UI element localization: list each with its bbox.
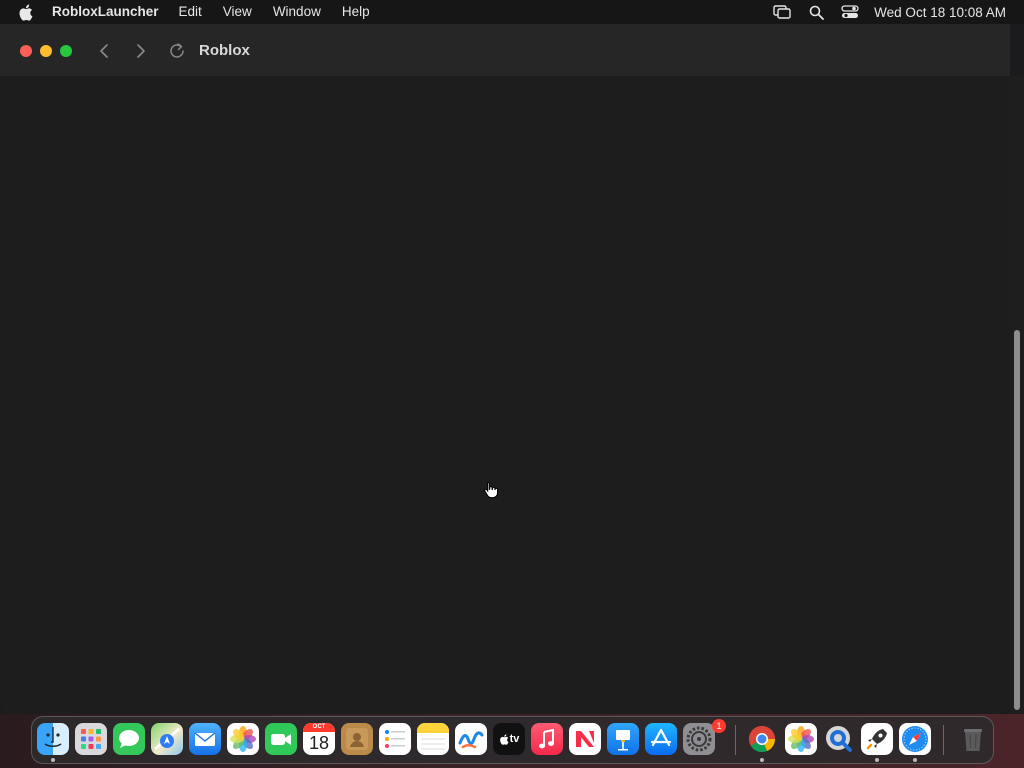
photos-icon[interactable] [227, 723, 259, 755]
notification-badge: 1 [712, 719, 726, 733]
chevron-left-icon [100, 44, 108, 58]
minimize-button[interactable] [40, 45, 52, 57]
menu-app-name[interactable]: RobloxLauncher [52, 0, 159, 24]
zoom-button[interactable] [60, 45, 72, 57]
music-icon[interactable] [531, 723, 563, 755]
menu-window[interactable]: Window [273, 0, 321, 24]
reminders-icon[interactable] [379, 723, 411, 755]
menu-clock[interactable]: Wed Oct 18 10:08 AM [874, 5, 1006, 20]
quicktime-icon[interactable] [823, 723, 855, 755]
calendar-month: OCT [312, 724, 326, 730]
spotlight-search-icon[interactable] [806, 0, 826, 24]
menu-edit[interactable]: Edit [179, 0, 202, 24]
facetime-icon[interactable] [265, 723, 297, 755]
contacts-icon[interactable] [341, 723, 373, 755]
control-center-icon[interactable] [840, 0, 860, 24]
trash-icon[interactable] [957, 723, 989, 755]
reload-button[interactable] [167, 41, 187, 61]
finder-icon[interactable] [37, 723, 69, 755]
reload-icon [170, 43, 184, 58]
news-icon[interactable] [569, 723, 601, 755]
app-store-icon[interactable] [645, 723, 677, 755]
web-content-area[interactable] [0, 76, 1010, 714]
window-titlebar[interactable]: Roblox [0, 24, 1010, 76]
apple-logo-icon [499, 733, 509, 745]
menu-view[interactable]: View [223, 0, 252, 24]
roblox-window: Roblox [0, 24, 1010, 714]
window-title: Roblox [199, 42, 250, 59]
scrollbar-thumb[interactable] [1014, 330, 1020, 710]
chrome-icon[interactable] [746, 723, 778, 755]
apple-tv-icon[interactable]: tv [493, 723, 525, 755]
calendar-day: 18 [308, 733, 330, 753]
tv-label: tv [509, 733, 520, 745]
calendar-icon[interactable]: OCT 18 [303, 723, 335, 755]
maps-icon[interactable] [151, 723, 183, 755]
system-settings-icon[interactable] [683, 723, 715, 755]
chevron-right-icon [137, 44, 145, 58]
screen-mirroring-icon[interactable] [772, 0, 792, 24]
hand-cursor-icon [483, 481, 499, 499]
dock-separator [735, 725, 736, 755]
running-indicator [51, 758, 55, 762]
back-button[interactable] [94, 41, 114, 61]
freeform-icon[interactable] [455, 723, 487, 755]
running-indicator [875, 758, 879, 762]
rocket-icon[interactable] [861, 723, 893, 755]
dock: OCT 18 tv 1 [31, 716, 994, 764]
close-button[interactable] [20, 45, 32, 57]
notes-icon[interactable] [417, 723, 449, 755]
photos-icon[interactable] [785, 723, 817, 755]
running-indicator [760, 758, 764, 762]
menu-help[interactable]: Help [342, 0, 370, 24]
safari-icon[interactable] [899, 723, 931, 755]
launchpad-icon[interactable] [75, 723, 107, 755]
menu-bar: RobloxLauncher Edit View Window Help Wed… [0, 0, 1024, 24]
keynote-icon[interactable] [607, 723, 639, 755]
running-indicator [913, 758, 917, 762]
apple-menu-icon[interactable] [18, 0, 34, 24]
messages-icon[interactable] [113, 723, 145, 755]
mail-icon[interactable] [189, 723, 221, 755]
forward-button[interactable] [131, 41, 151, 61]
dock-separator [943, 725, 944, 755]
